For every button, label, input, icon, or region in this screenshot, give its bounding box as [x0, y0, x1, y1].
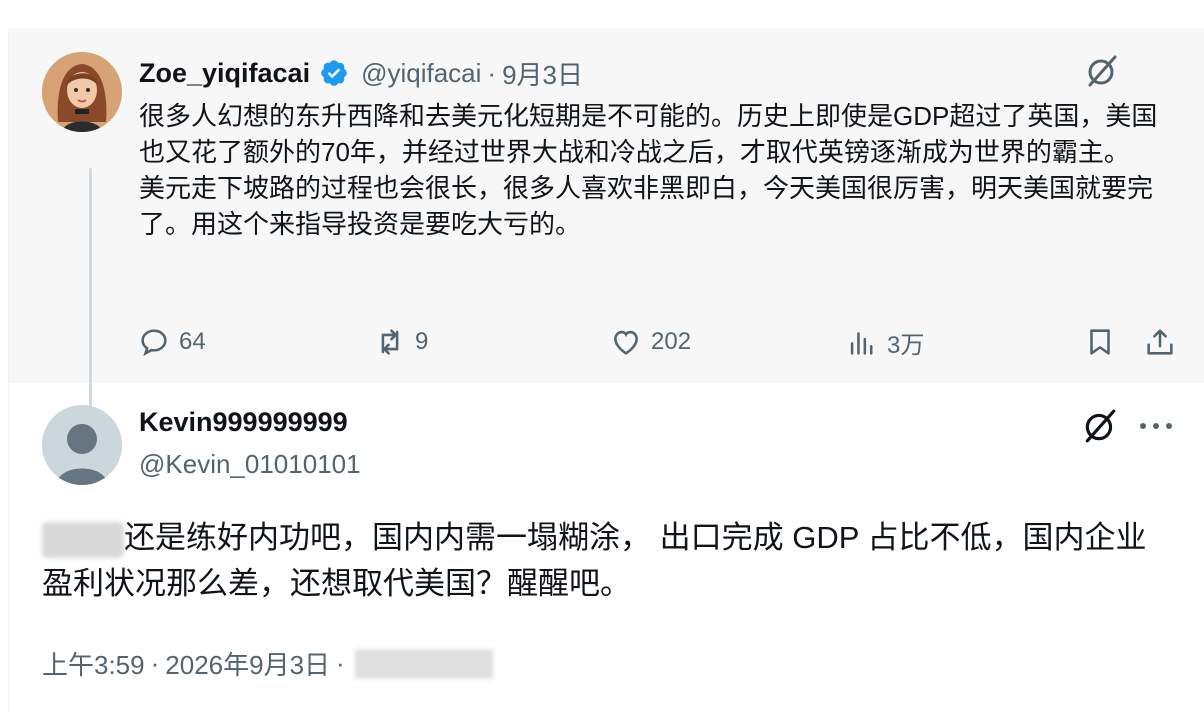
share-button[interactable]: [1143, 322, 1185, 362]
views-icon: [850, 332, 873, 355]
verified-badge-icon: [321, 60, 347, 86]
redacted-views: [354, 648, 493, 679]
like-count: 202: [651, 328, 692, 355]
reply-tweet[interactable]: Kevin999999999 @Kevin_01010101 还是练好内功吧，国…: [0, 383, 1204, 712]
display-name[interactable]: Kevin999999999: [139, 407, 348, 438]
repost-icon: [381, 329, 399, 355]
like-button[interactable]: 202: [609, 322, 691, 362]
grok-icon[interactable]: [1081, 407, 1119, 445]
tweet-text-body: 还是练好内功吧，国内内需一塌糊涂， 出口完成 GDP 占比不低，国内企业盈利状况…: [42, 520, 1147, 601]
repost-button[interactable]: 9: [373, 322, 428, 362]
handle[interactable]: @Kevin_01010101: [139, 449, 361, 480]
display-name[interactable]: Zoe_yiqifacai: [139, 58, 310, 89]
tweet-header: Zoe_yiqifacai @yiqifacai · 9月3日: [139, 56, 583, 90]
tweet-text: 还是练好内功吧，国内内需一塌糊涂， 出口完成 GDP 占比不低，国内企业盈利状况…: [42, 515, 1172, 607]
more-icon[interactable]: [1138, 419, 1174, 433]
grok-icon[interactable]: [1084, 53, 1120, 89]
separator: ·: [336, 648, 345, 678]
bookmark-button[interactable]: [1083, 322, 1125, 362]
views-count: 3万: [887, 331, 925, 359]
timestamp[interactable]: 9月3日: [502, 55, 583, 92]
bookmark-icon: [1090, 329, 1110, 355]
repost-count: 9: [415, 328, 429, 355]
like-icon: [614, 330, 638, 355]
time[interactable]: 上午3:59: [42, 645, 145, 682]
redacted-text: [42, 521, 124, 558]
tweet-paragraph: 美元走下坡路的过程也会很长，很多人喜欢非黑即白，今天美国很厉害，明天美国就要完了…: [139, 173, 1154, 239]
handle[interactable]: @yiqifacai: [361, 58, 481, 89]
views-button[interactable]: 3万: [845, 322, 924, 362]
reply-button[interactable]: 64: [137, 322, 206, 362]
tweet-paragraph: 很多人幻想的东升西降和去美元化短期是不可能的。历史上即使是GDP超过了英国，美国…: [139, 101, 1158, 167]
separator: ·: [487, 57, 497, 88]
separator: ·: [150, 648, 160, 678]
action-bar: 64 9 202 3万: [137, 322, 1177, 362]
reply-count: 64: [179, 328, 206, 355]
tweet-text: 很多人幻想的东升西降和去美元化短期是不可能的。历史上即使是GDP超过了英国，美国…: [139, 98, 1179, 242]
date[interactable]: 2026年9月3日: [165, 645, 330, 682]
top-gap: [0, 0, 1204, 28]
parent-tweet[interactable]: Zoe_yiqifacai @yiqifacai · 9月3日 很多人幻想的东升…: [9, 28, 1204, 426]
reply-icon: [141, 329, 167, 356]
avatar[interactable]: [42, 405, 122, 485]
avatar[interactable]: [42, 52, 122, 132]
tweet-meta: 上午3:59 · 2026年9月3日 ·: [42, 645, 493, 682]
share-icon: [1147, 329, 1173, 355]
